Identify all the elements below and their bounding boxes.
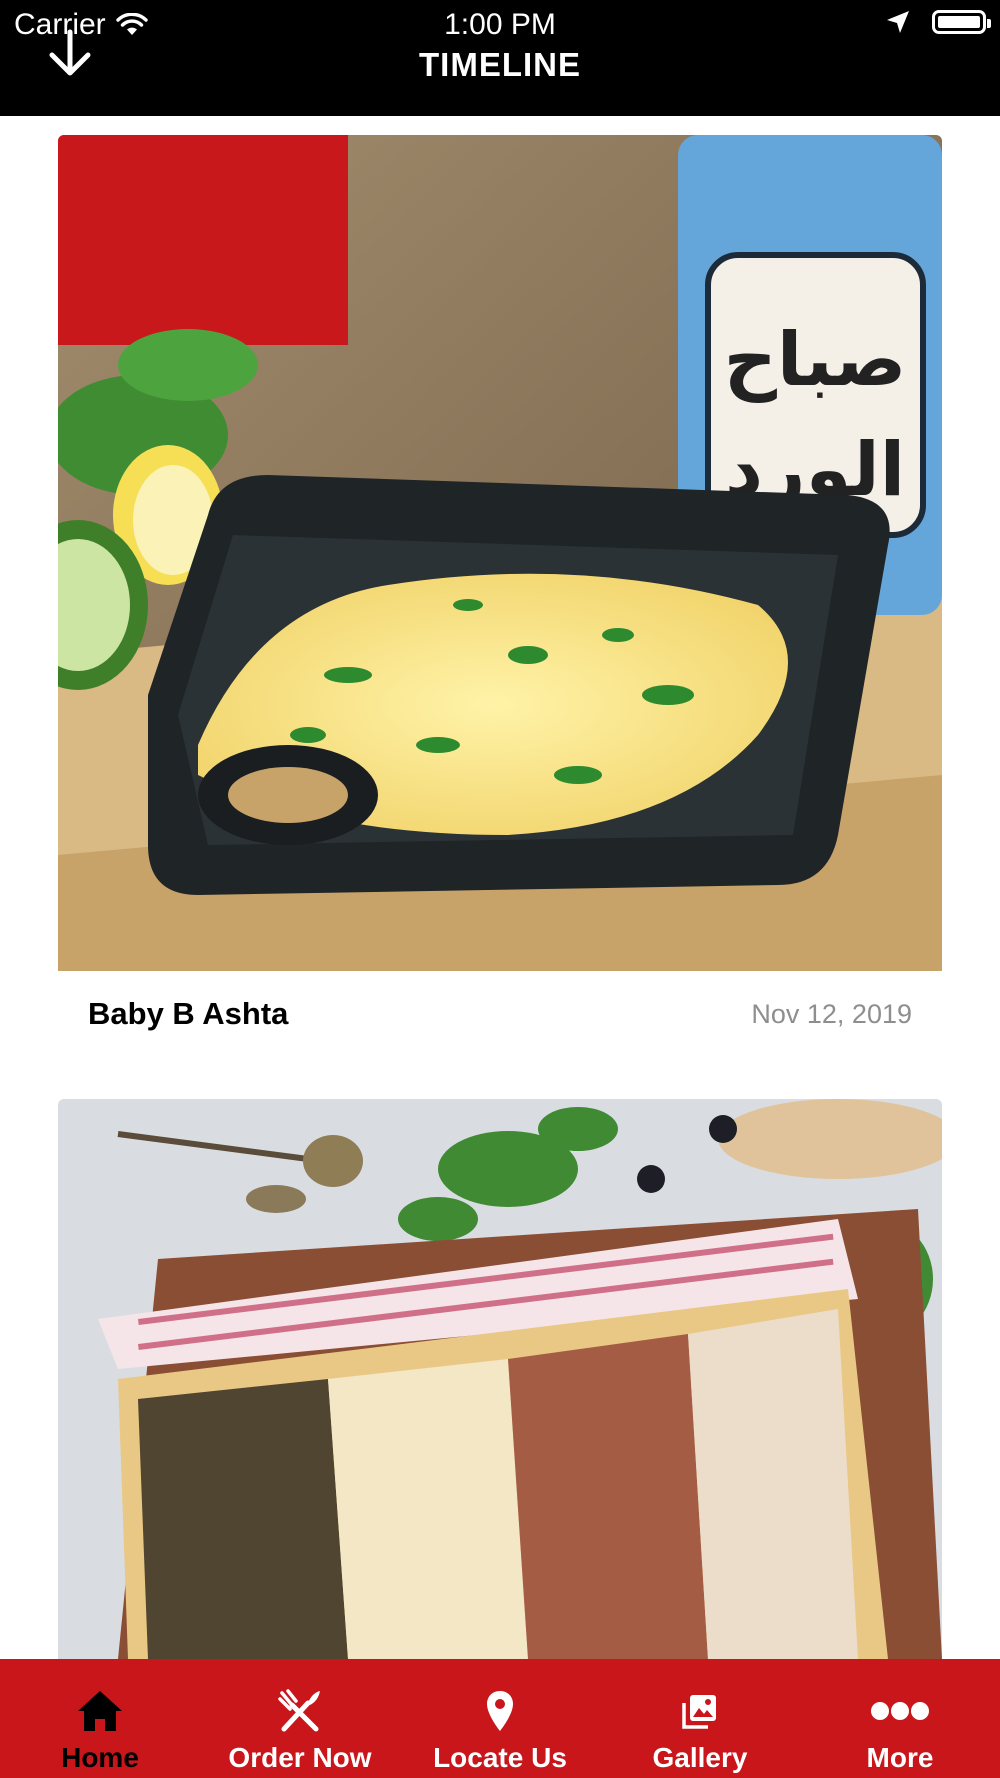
more-dots-icon — [871, 1702, 929, 1720]
timeline-post[interactable] — [58, 1099, 942, 1659]
post-meta: Baby B Ashta Nov 12, 2019 — [58, 971, 942, 1057]
tab-order-now[interactable]: Order Now — [200, 1659, 400, 1778]
svg-text:صباح: صباح — [724, 317, 907, 403]
timeline-feed[interactable]: صباح الورد Baby B Ashta Nov 12, 2019 — [0, 116, 1000, 1659]
status-indicators — [886, 10, 991, 34]
tab-label: Locate Us — [433, 1742, 567, 1773]
tab-label: Order Now — [228, 1742, 372, 1773]
tab-label: More — [866, 1742, 934, 1773]
tab-locate-us[interactable]: Locate Us — [400, 1659, 600, 1778]
page-title: TIMELINE — [419, 46, 581, 83]
post-image[interactable] — [58, 1099, 942, 1659]
status-time: 1:00 PM — [444, 8, 556, 41]
fork-knife-icon — [278, 1689, 320, 1732]
tab-more[interactable]: More — [800, 1659, 1000, 1778]
timeline-post[interactable]: صباح الورد Baby B Ashta Nov 12, 2019 — [58, 135, 942, 1057]
tab-bar: Home Order Now Locate Us Gallery More — [0, 1659, 1000, 1778]
tab-gallery[interactable]: Gallery — [600, 1659, 800, 1778]
post-date: Nov 12, 2019 — [751, 998, 912, 1029]
food-photo: صباح الورد — [58, 135, 942, 971]
home-icon — [78, 1691, 122, 1731]
location-arrow-icon — [887, 11, 909, 33]
tab-label: Gallery — [652, 1742, 748, 1773]
battery-icon — [932, 10, 991, 34]
gallery-icon — [682, 1695, 716, 1729]
food-photo — [58, 1099, 942, 1659]
tab-home[interactable]: Home — [0, 1659, 200, 1778]
navigation-header: Carrier 1:00 PM TIMELINE — [0, 0, 1000, 116]
map-pin-icon — [487, 1691, 513, 1731]
post-image[interactable]: صباح الورد — [58, 135, 942, 971]
post-title: Baby B Ashta — [88, 996, 289, 1031]
tab-label: Home — [61, 1742, 139, 1773]
